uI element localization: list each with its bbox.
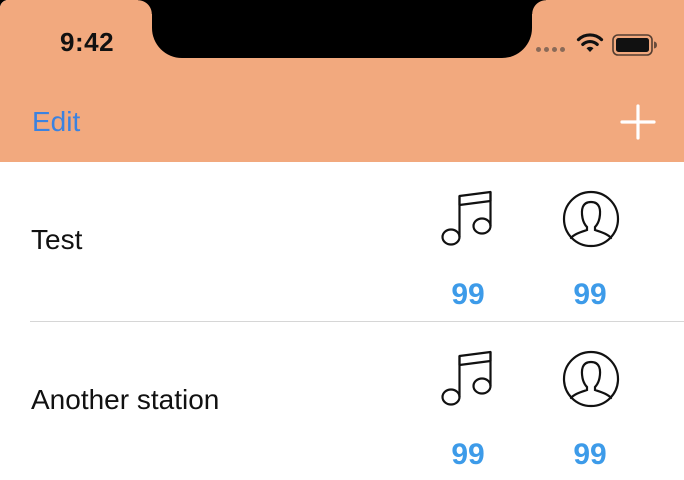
songs-count: 99 [451,438,485,471]
station-name: Test [31,224,83,255]
listeners-stat: 99 [550,190,630,311]
music-note-icon [441,190,492,246]
listeners-stat: 99 [550,350,630,471]
device-notch [138,0,546,58]
list-item[interactable]: Another station 99 99 [0,322,684,480]
station-name: Another station [31,384,220,415]
songs-count: 99 [451,278,485,311]
battery-icon [612,34,657,56]
station-list: Test 99 99 Another station 99 99 [0,162,684,480]
cellular-signal-icon [536,47,565,52]
listeners-count: 99 [573,278,607,311]
songs-stat: 99 [428,350,508,471]
edit-button[interactable]: Edit [32,106,80,138]
user-avatar-icon [562,190,620,248]
status-time: 9:42 [60,27,115,57]
wifi-icon [576,33,604,52]
app-screen: 9:42 Edit Test 99 99 Another station 99 … [0,0,684,480]
list-item[interactable]: Test 99 99 [0,162,684,322]
music-note-icon [441,350,492,406]
navigation-bar: 9:42 Edit [0,0,684,162]
songs-stat: 99 [428,190,508,311]
plus-icon[interactable] [620,104,656,140]
listeners-count: 99 [573,438,607,471]
user-avatar-icon [562,350,620,408]
